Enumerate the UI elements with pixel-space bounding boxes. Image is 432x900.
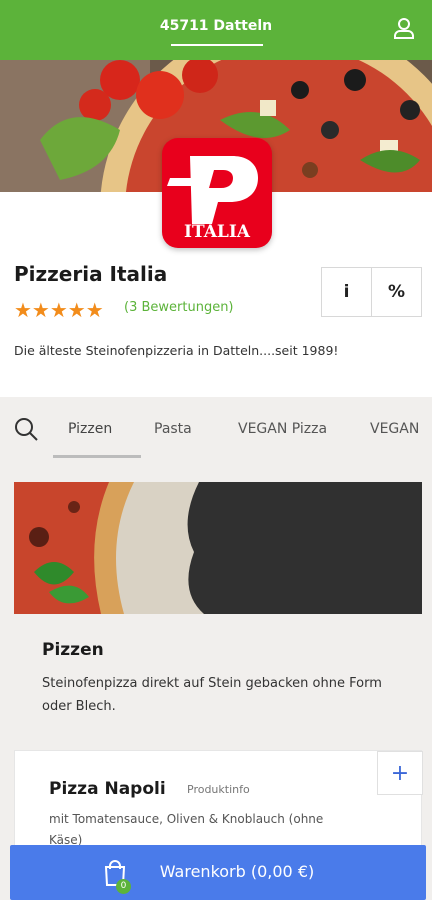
location-underline <box>171 44 263 46</box>
search-icon[interactable] <box>12 415 40 443</box>
product-info-link[interactable]: Produktinfo <box>187 783 250 796</box>
tab-vegan-pizza[interactable]: VEGAN Pizza <box>238 421 327 437</box>
user-icon[interactable] <box>392 16 416 40</box>
restaurant-logo: ITALIA <box>162 138 272 248</box>
cart-label: Warenkorb (0,00 €) <box>159 862 315 881</box>
restaurant-name: Pizzeria Italia <box>14 262 168 286</box>
discount-button[interactable]: % <box>372 268 421 316</box>
category-image <box>14 482 422 614</box>
info-button-group: i % <box>321 267 422 317</box>
cart-count-badge: 0 <box>116 879 131 894</box>
add-to-cart-button[interactable]: + <box>377 751 423 795</box>
logo-text: ITALIA <box>184 222 251 242</box>
top-bar: 45711 Datteln <box>0 0 432 60</box>
info-button[interactable]: i <box>322 268 372 316</box>
tab-pizzen[interactable]: Pizzen <box>68 421 112 437</box>
product-name: Pizza Napoli <box>49 779 166 799</box>
reviews-link[interactable]: (3 Bewertungen) <box>124 300 234 315</box>
category-description: Steinofenpizza direkt auf Stein gebacken… <box>42 676 382 714</box>
tab-vegan[interactable]: VEGAN <box>370 421 419 437</box>
active-tab-indicator <box>53 455 141 458</box>
restaurant-description: Die älteste Steinofenpizzeria in Datteln… <box>14 343 339 358</box>
category-card: Pizzen Steinofenpizza direkt auf Stein g… <box>14 482 422 738</box>
rating-stars: ★★★★★ <box>14 298 104 322</box>
tab-pasta[interactable]: Pasta <box>154 421 192 437</box>
category-nav: Pizzen Pasta VEGAN Pizza VEGAN <box>0 397 432 463</box>
cart-button[interactable]: 0 Warenkorb (0,00 €) <box>10 845 426 900</box>
category-title: Pizzen <box>42 640 104 660</box>
location-selector[interactable]: 45711 Datteln <box>0 18 432 34</box>
